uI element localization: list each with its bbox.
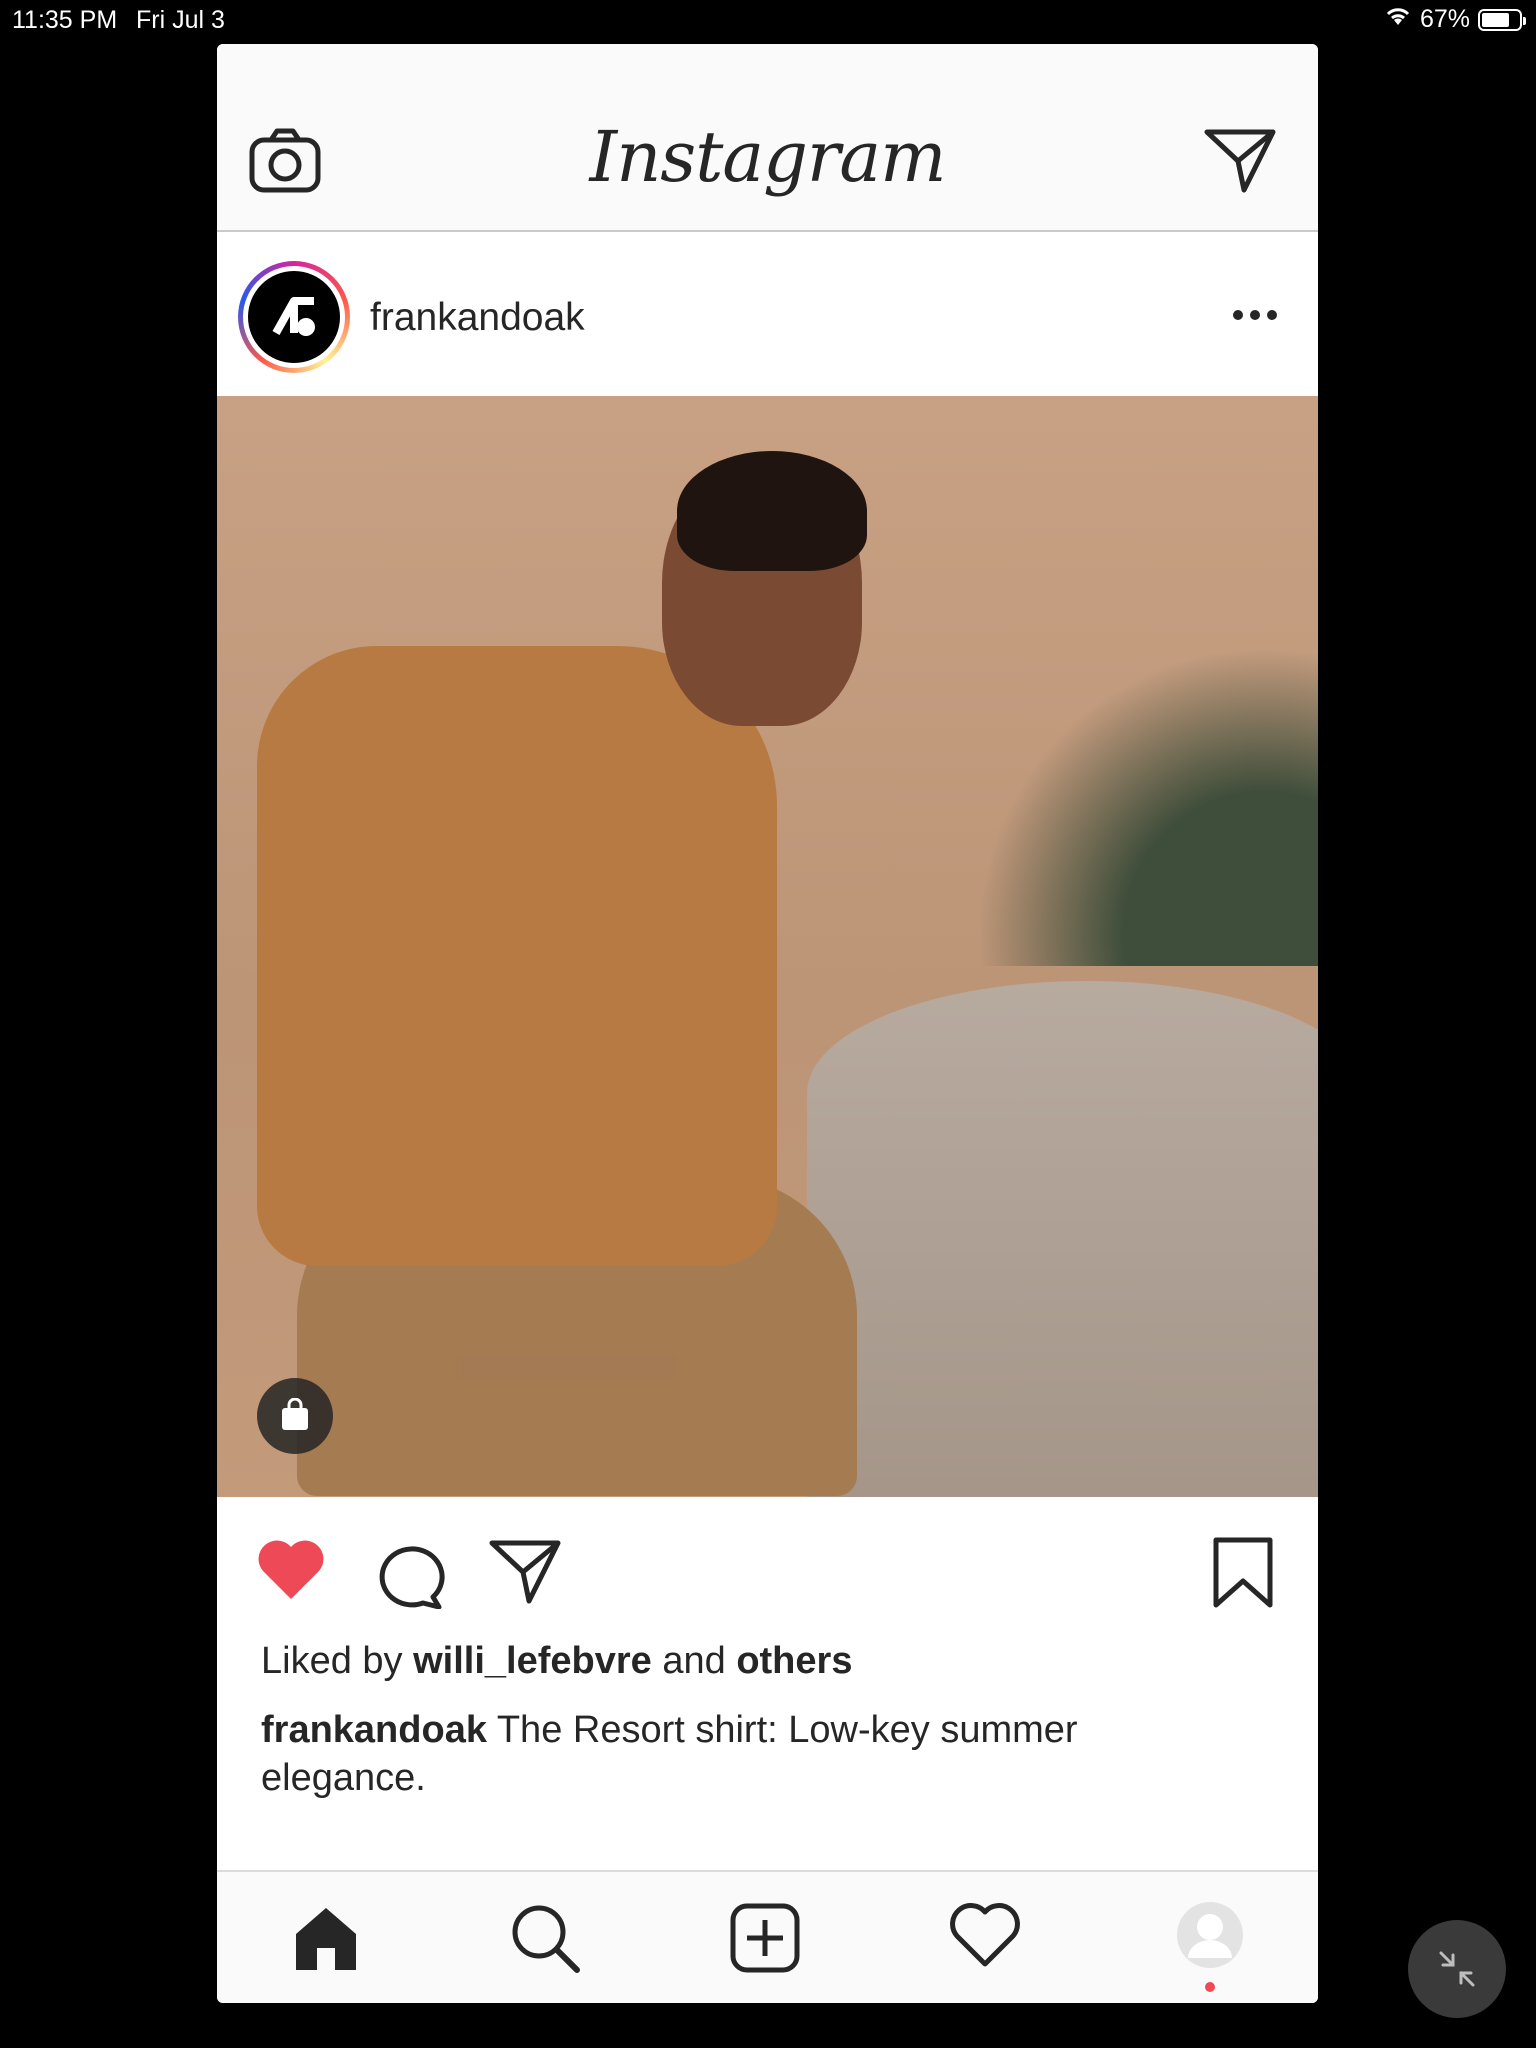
status-right: 67% bbox=[1384, 5, 1526, 34]
top-navigation-bar: Instagram bbox=[217, 44, 1318, 232]
shopping-tag-button[interactable] bbox=[257, 1378, 333, 1454]
battery-icon bbox=[1478, 8, 1526, 31]
palm-leaf bbox=[977, 646, 1318, 966]
model-hair bbox=[677, 451, 867, 571]
frankandoak-logo-icon bbox=[248, 271, 340, 363]
profile-icon[interactable] bbox=[1175, 1900, 1245, 1975]
instagram-app-window: Instagram frankandoak Liked by willi_lef… bbox=[217, 44, 1318, 2003]
activity-icon[interactable] bbox=[949, 1902, 1021, 1973]
search-icon[interactable] bbox=[509, 1902, 581, 1979]
bookmark-icon[interactable] bbox=[1212, 1537, 1274, 1614]
more-options-icon[interactable] bbox=[1232, 308, 1278, 326]
add-post-icon[interactable] bbox=[729, 1902, 801, 1979]
post-actions bbox=[217, 1497, 1318, 1637]
status-time: 11:35 PM bbox=[12, 6, 118, 34]
direct-message-icon[interactable] bbox=[1204, 128, 1276, 199]
model-shirt bbox=[257, 646, 777, 1266]
liked-by-prefix: Liked by bbox=[261, 1640, 403, 1682]
notification-dot bbox=[1205, 1982, 1215, 1992]
bottom-tab-bar bbox=[217, 1870, 1318, 2003]
liked-by-text: Liked by willi_lefebvre and others bbox=[261, 1640, 852, 1683]
like-heart-icon[interactable] bbox=[255, 1539, 327, 1606]
battery-percent: 67% bbox=[1419, 5, 1470, 33]
instagram-logo: Instagram bbox=[589, 116, 947, 198]
status-date: Fri Jul 3 bbox=[136, 6, 225, 34]
post-image[interactable] bbox=[217, 396, 1318, 1497]
home-icon[interactable] bbox=[291, 1902, 361, 1977]
post-caption: frankandoak The Resort shirt: Low-key su… bbox=[261, 1706, 1241, 1802]
stool bbox=[457, 1356, 677, 1497]
liked-by-user-link[interactable]: willi_lefebvre bbox=[413, 1640, 652, 1682]
status-bar: 11:35 PM Fri Jul 3 67% bbox=[0, 0, 1536, 40]
avatar[interactable] bbox=[238, 261, 350, 373]
comment-icon[interactable] bbox=[373, 1541, 445, 1614]
post-username[interactable]: frankandoak bbox=[370, 296, 585, 340]
table bbox=[807, 981, 1318, 1497]
liked-by-others-link[interactable]: others bbox=[736, 1640, 852, 1682]
share-icon[interactable] bbox=[489, 1539, 561, 1610]
caption-username-link[interactable]: frankandoak bbox=[261, 1709, 487, 1751]
liked-by-and: and bbox=[662, 1640, 726, 1682]
wifi-icon bbox=[1384, 5, 1412, 34]
minimize-button[interactable] bbox=[1408, 1920, 1506, 2018]
